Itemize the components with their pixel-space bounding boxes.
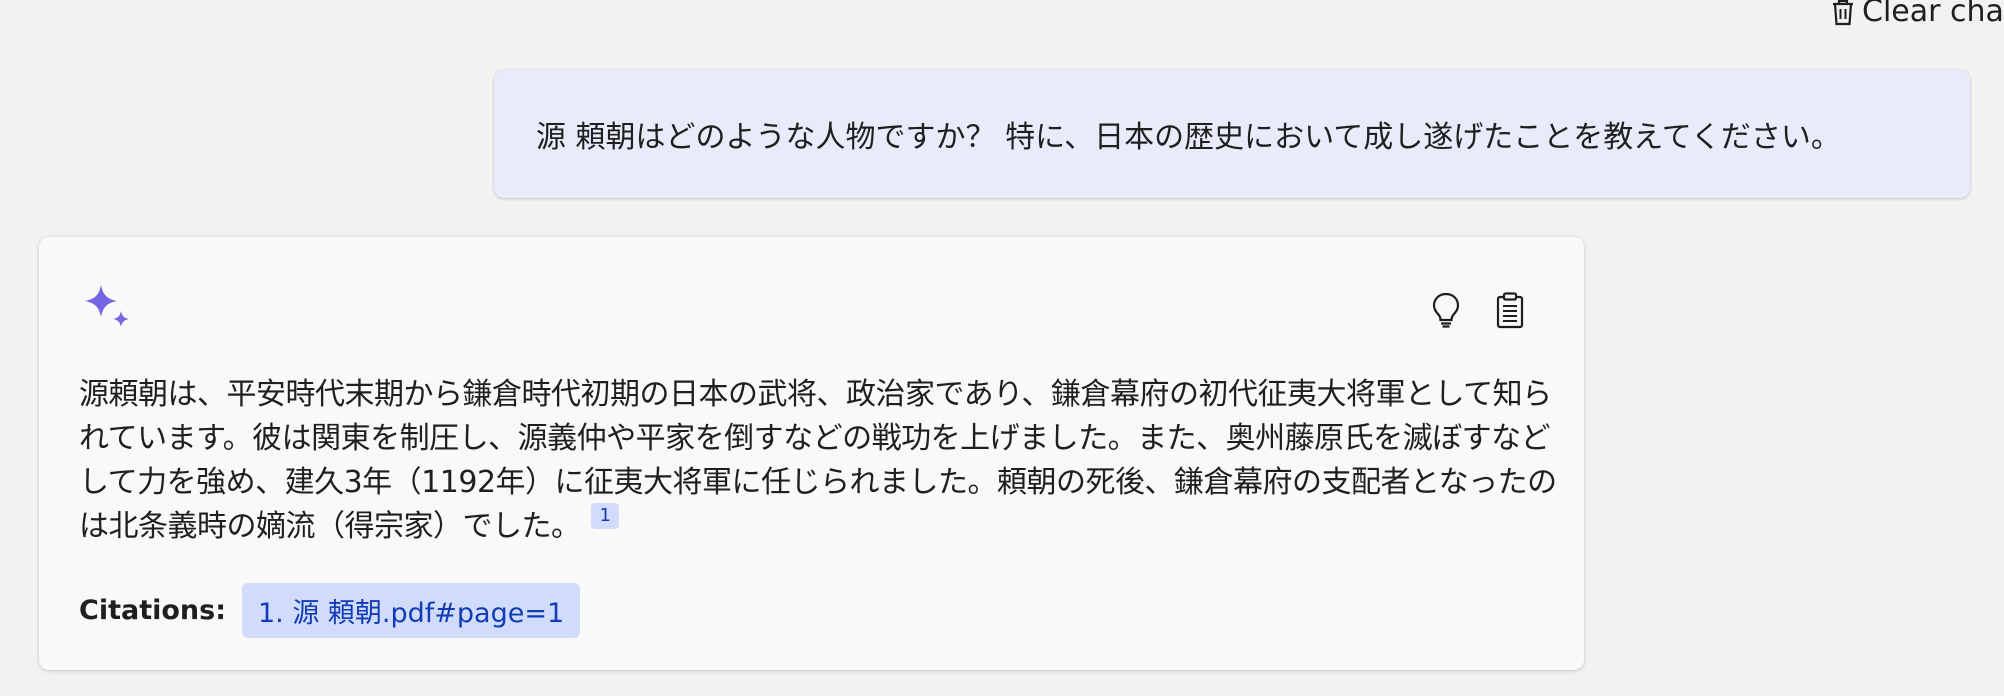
sparkle-icon	[83, 283, 133, 337]
citation-link[interactable]: 1. 源 頼朝.pdf#page=1	[242, 583, 581, 638]
answer-actions	[1429, 291, 1527, 333]
clear-chat-button[interactable]: Clear chat	[1830, 0, 2004, 29]
user-message-bubble: 源 頼朝はどのような人物ですか？ 特に、日本の歴史において成し遂げたことを教えて…	[494, 70, 1970, 198]
citations-label: Citations:	[79, 595, 226, 626]
answer-text: 源頼朝は、平安時代末期から鎌倉時代初期の日本の武将、政治家であり、鎌倉幕府の初代…	[79, 377, 1557, 544]
user-message-text: 源 頼朝はどのような人物ですか？ 特に、日本の歴史において成し遂げたことを教えて…	[536, 120, 1841, 155]
clear-chat-label: Clear chat	[1862, 0, 2004, 29]
chat-page: Clear chat 源 頼朝はどのような人物ですか？ 特に、日本の歴史において…	[0, 0, 2004, 696]
answer-card: 源頼朝は、平安時代末期から鎌倉時代初期の日本の武将、政治家であり、鎌倉幕府の初代…	[39, 237, 1584, 670]
lightbulb-icon[interactable]	[1429, 291, 1463, 333]
trash-icon	[1830, 0, 1856, 27]
clipboard-icon[interactable]	[1493, 291, 1527, 333]
answer-text-block: 源頼朝は、平安時代末期から鎌倉時代初期の日本の武将、政治家であり、鎌倉幕府の初代…	[79, 373, 1559, 549]
citation-marker[interactable]: 1	[590, 503, 620, 529]
citations-row: Citations: 1. 源 頼朝.pdf#page=1	[79, 583, 581, 638]
